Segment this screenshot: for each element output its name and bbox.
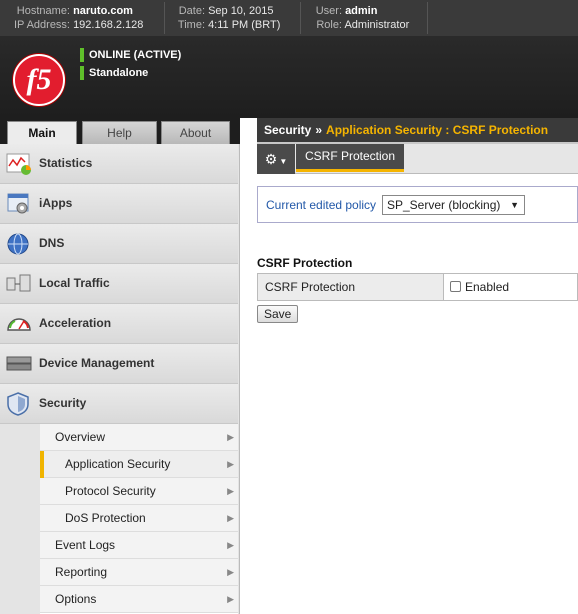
chevron-right-icon: ▶ (227, 567, 234, 577)
submenu-label: DoS Protection (65, 511, 146, 525)
iapps-icon (7, 193, 29, 214)
submenu-label: Overview (55, 430, 106, 444)
submenu-overview[interactable]: Overview ▶ (40, 424, 238, 451)
date-label: Date: (178, 5, 205, 17)
dropdown-arrow-icon: ▼ (510, 200, 519, 210)
breadcrumb: Security » Application Security : CSRF Pro… (257, 118, 578, 144)
submenu-label: Event Logs (55, 538, 116, 552)
sidebar-item-label: Local Traffic (39, 276, 110, 290)
submenu-label: Protocol Security (65, 484, 156, 498)
breadcrumb-root[interactable]: Security (264, 123, 311, 137)
logo-text: f5 (26, 63, 52, 96)
breadcrumb-separator: » (315, 123, 323, 137)
section-title: CSRF Protection (257, 256, 353, 270)
policy-selected-value: SP_Server (blocking) (387, 198, 501, 212)
chevron-right-icon: ▶ (227, 432, 234, 442)
status-mode: Standalone (80, 66, 148, 80)
csrf-row-label: CSRF Protection (258, 274, 444, 300)
submenu-options[interactable]: Options ▶ (40, 586, 238, 613)
role-label: Role: (316, 19, 342, 31)
banner: f5 ONLINE (ACTIVE) Standalone (0, 36, 578, 118)
user-label: User: (315, 5, 342, 17)
acceleration-gauge-icon (7, 318, 31, 331)
policy-dropdown[interactable]: SP_Server (blocking) ▼ (382, 195, 525, 215)
role-value: Administrator (344, 19, 410, 31)
sidebar-item-iapps[interactable]: iApps (0, 184, 238, 224)
gear-icon: ⚙ (264, 151, 278, 167)
ip-label: IP Address: (13, 19, 70, 31)
chevron-right-icon: ▶ (227, 540, 234, 550)
save-button[interactable]: Save (257, 305, 299, 323)
gear-menu-button[interactable]: ⚙ ▼ (257, 144, 295, 174)
chevron-right-icon: ▶ (227, 594, 234, 604)
f5-logo: f5 (13, 54, 65, 106)
submenu-application-security[interactable]: Application Security ▶ (40, 451, 238, 478)
sidebar-item-label: Device Management (39, 356, 155, 370)
policy-label[interactable]: Current edited policy (266, 198, 376, 212)
sidebar-item-label: iApps (39, 196, 73, 210)
sidebar-item-acceleration[interactable]: Acceleration (0, 304, 238, 344)
tab-about[interactable]: About (161, 121, 230, 144)
local-traffic-icon (6, 274, 31, 292)
divider (427, 2, 428, 34)
submenu-label: Application Security (65, 457, 171, 471)
chevron-right-icon: ▶ (227, 486, 234, 496)
time-label: Time: (177, 19, 205, 31)
caret-down-icon: ▼ (279, 157, 288, 166)
sidebar-item-label: DNS (39, 236, 65, 250)
submenu-reporting[interactable]: Reporting ▶ (40, 559, 238, 586)
enabled-checkbox-group[interactable]: Enabled (450, 280, 509, 294)
sidebar-item-security[interactable]: Security (0, 384, 238, 424)
chevron-right-icon: ▶ (227, 513, 234, 523)
device-management-icon (6, 356, 32, 371)
time-value: 4:11 PM (BRT) (208, 19, 281, 31)
enabled-checkbox[interactable] (450, 281, 461, 292)
dns-globe-icon (7, 233, 29, 255)
sidebar-item-statistics[interactable]: Statistics (0, 144, 238, 184)
hostname-label: Hostname: (16, 5, 70, 17)
tab-help[interactable]: Help (82, 121, 157, 144)
sidebar: Statistics iApps DNS Local Traffic Accel… (0, 144, 240, 614)
tab-main[interactable]: Main (7, 121, 77, 144)
date-value: Sep 10, 2015 (208, 5, 274, 17)
status-online: ONLINE (ACTIVE) (80, 48, 181, 62)
breadcrumb-current: Application Security : CSRF Protection (326, 123, 549, 137)
system-info-bar: Hostname: naruto.com IP Address: 192.168… (0, 0, 578, 36)
hostname-value: naruto.com (73, 5, 133, 17)
user-value: admin (345, 5, 378, 17)
sidebar-item-label: Security (39, 396, 87, 410)
submenu-label: Reporting (55, 565, 108, 579)
submenu-dos-protection[interactable]: DoS Protection ▶ (40, 505, 238, 532)
submenu-event-logs[interactable]: Event Logs ▶ (40, 532, 238, 559)
subnav-bar: ⚙ ▼ CSRF Protection (257, 144, 578, 174)
main-tabs: Main Help About (0, 118, 240, 144)
sidebar-item-label: Acceleration (39, 316, 112, 330)
statistics-icon (6, 153, 31, 175)
divider (300, 2, 301, 34)
sidebar-item-device-management[interactable]: Device Management (0, 344, 238, 384)
submenu-protocol-security[interactable]: Protocol Security ▶ (40, 478, 238, 505)
csrf-protection-row: CSRF Protection Enabled (257, 273, 578, 301)
ip-value: 192.168.2.128 (73, 19, 144, 31)
security-shield-icon (7, 392, 29, 416)
security-submenu: Overview ▶ Application Security ▶ Protocol… (40, 424, 238, 614)
submenu-label: Options (55, 592, 97, 606)
chevron-right-icon: ▶ (227, 459, 234, 469)
subnav-tab-csrf-protection[interactable]: CSRF Protection (296, 144, 405, 172)
sidebar-item-local-traffic[interactable]: Local Traffic (0, 264, 238, 304)
sidebar-item-dns[interactable]: DNS (0, 224, 238, 264)
sidebar-item-label: Statistics (39, 156, 93, 170)
policy-selector: Current edited policy SP_Server (blockin… (257, 186, 578, 223)
divider (164, 2, 165, 34)
enabled-checkbox-label: Enabled (465, 280, 510, 294)
